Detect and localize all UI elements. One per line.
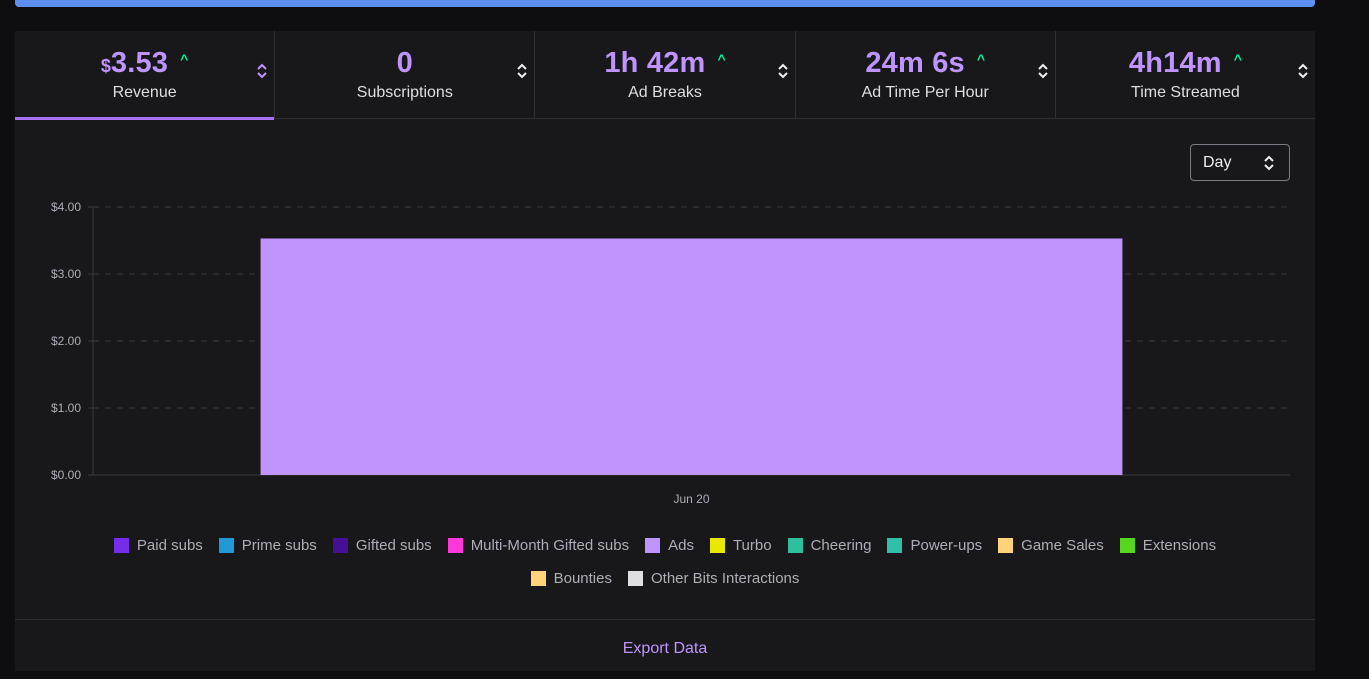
legend-item-multi-month-gifted-subs[interactable]: Multi-Month Gifted subs [447,537,630,554]
legend-item-other-bits-interactions[interactable]: Other Bits Interactions [627,570,800,587]
panel-footer: Export Data [15,619,1315,679]
revenue-chart: $0.00 $1.00 $2.00 $3.00 $4.00 Jun 20 [51,200,1290,506]
legend-swatch [218,538,234,553]
legend-label: Extensions [1142,537,1217,554]
legend-item-bounties[interactable]: Bounties [530,570,612,587]
legend-swatch [530,571,546,586]
legend-item-ads[interactable]: Ads [645,537,694,554]
y-tick-label: $0.00 [51,468,81,482]
top-progress-bar [15,0,1315,7]
legend-label: Bounties [553,570,612,587]
legend-item-turbo[interactable]: Turbo [709,537,772,554]
legend-label: Paid subs [136,537,203,554]
legend-label: Multi-Month Gifted subs [470,537,630,554]
y-tick-label: $1.00 [51,401,81,415]
page-gutter [1315,31,1369,653]
legend-row: Bounties Other Bits Interactions [15,562,1315,595]
legend-item-extensions[interactable]: Extensions [1119,537,1217,554]
legend-swatch [627,571,643,586]
y-tick-label: $3.00 [51,267,81,281]
legend-label: Turbo [732,537,772,554]
chart-legend: Paid subs Prime subs Gifted subs Multi-Mont… [15,529,1315,595]
legend-label: Ads [668,537,694,554]
legend-label: Prime subs [241,537,317,554]
legend-label: Gifted subs [355,537,432,554]
legend-item-gifted-subs[interactable]: Gifted subs [332,537,432,554]
y-tick-label: $2.00 [51,334,81,348]
export-data-link[interactable]: Export Data [15,640,1315,658]
legend-swatch [113,538,129,553]
bar-ads[interactable] [260,238,1123,475]
legend-swatch [887,538,903,553]
legend-swatch [998,538,1014,553]
legend-label: Cheering [810,537,872,554]
legend-item-power-ups[interactable]: Power-ups [887,537,982,554]
legend-item-game-sales[interactable]: Game Sales [998,537,1104,554]
legend-label: Power-ups [910,537,983,554]
legend-swatch [447,538,463,553]
legend-swatch [645,538,661,553]
legend-label: Game Sales [1021,537,1104,554]
legend-item-cheering[interactable]: Cheering [787,537,872,554]
analytics-panel: $3.53 ^ Revenue 0 Subscriptions 1h 42m ^ A… [15,31,1315,671]
legend-swatch [787,538,803,553]
legend-swatch [332,538,348,553]
legend-swatch [709,538,725,553]
legend-swatch [1119,538,1135,553]
x-tick-label: Jun 20 [673,492,709,506]
legend-label: Other Bits Interactions [650,570,800,587]
y-tick-label: $4.00 [51,200,81,214]
legend-item-paid-subs[interactable]: Paid subs [113,537,203,554]
legend-item-prime-subs[interactable]: Prime subs [218,537,317,554]
legend-row: Paid subs Prime subs Gifted subs Multi-Mont… [15,529,1315,562]
